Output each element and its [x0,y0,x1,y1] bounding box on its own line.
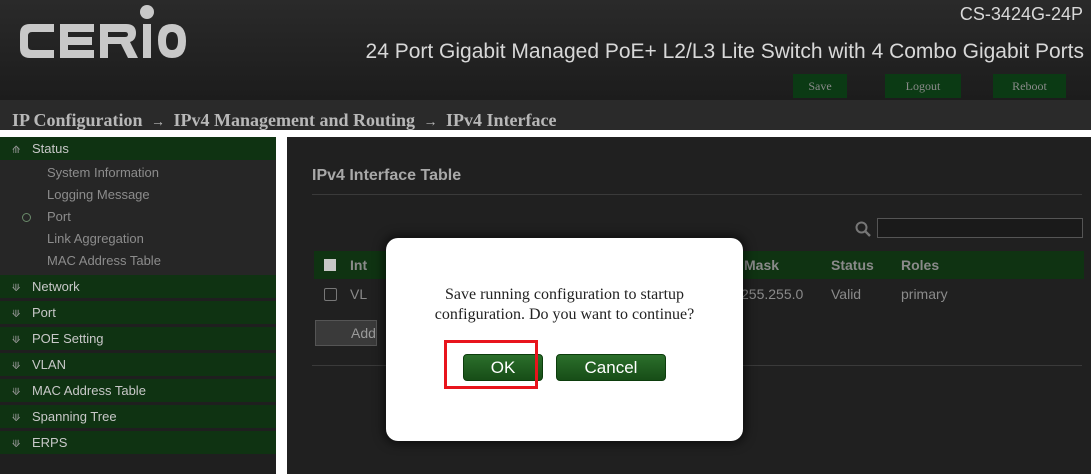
sidebar-section-label: POE Setting [32,331,104,346]
sidebar-section-spanning-tree[interactable]: ⟱ Spanning Tree [0,405,276,428]
bullet-icon [22,213,31,222]
sidebar-section-label: VLAN [32,357,66,372]
sidebar-item-system-information[interactable]: System Information [0,162,276,184]
page-title: IPv4 Interface Table [312,167,462,184]
ok-button[interactable]: OK [463,354,543,381]
row-checkbox[interactable] [324,288,337,301]
sidebar-section-label: Spanning Tree [32,409,117,424]
dialog-message-line: configuration. Do you want to continue? [434,306,695,323]
sidebar-section-status[interactable]: ⟰ Status [0,137,276,160]
switch-web-ui: CS-3424G-24P 24 Port Gigabit Managed PoE… [0,0,1091,474]
column-header-status[interactable]: Status [831,251,874,279]
sidebar-section-label: MAC Address Table [32,383,146,398]
chevron-down-icon: ⟱ [12,335,21,346]
breadcrumb-separator: → [423,115,438,130]
sidebar-section-label: Network [32,279,80,294]
reboot-button[interactable]: Reboot [993,74,1066,98]
chevron-down-icon: ⟱ [12,439,21,450]
dialog-message: Save running configuration to startup co… [386,285,743,325]
breadcrumb-item: IPv4 Interface [446,110,557,130]
title-divider [312,194,1082,195]
sidebar-section-vlan[interactable]: ⟱ VLAN [0,353,276,376]
sidebar-item-logging-message[interactable]: Logging Message [0,184,276,206]
select-all-checkbox[interactable] [324,259,336,271]
cerio-logo [20,5,186,58]
chevron-down-icon: ⟱ [12,361,21,372]
add-button[interactable]: Add [315,320,377,346]
sidebar-menu: ⟰ Status System Information Logging Messa… [0,137,276,474]
sidebar-item-label: Port [47,209,71,224]
sidebar-section-label: ERPS [32,435,68,450]
breadcrumb: IP Configuration → IPv4 Management and R… [0,100,1091,130]
chevron-down-icon: ⟱ [12,413,21,424]
header-bar: CS-3424G-24P 24 Port Gigabit Managed PoE… [0,0,1091,100]
sidebar-item-mac-address-table[interactable]: MAC Address Table [0,250,276,272]
sidebar-item-link-aggregation[interactable]: Link Aggregation [0,228,276,250]
dialog-message-line: Save running configuration to startup [444,286,685,303]
product-subtitle: 24 Port Gigabit Managed PoE+ L2/L3 Lite … [365,40,1084,63]
chevron-down-icon: ⟱ [12,387,21,398]
cell-status: Valid [831,286,862,302]
cell-interface: VL [350,286,368,302]
chevron-down-icon: ⟱ [12,283,21,294]
sidebar-section-label: Status [32,141,69,156]
cell-mask: 255.255.0 [741,286,804,302]
chevron-up-icon: ⟰ [12,145,21,156]
save-button[interactable]: Save [793,74,847,98]
column-header-roles[interactable]: Roles [901,251,939,279]
sidebar-section-network[interactable]: ⟱ Network [0,275,276,298]
breadcrumb-item: IP Configuration [12,110,143,130]
column-header-mask[interactable]: Mask [744,251,779,279]
search-icon[interactable] [855,221,871,237]
sidebar-section-mac-address-table[interactable]: ⟱ MAC Address Table [0,379,276,402]
cell-roles: primary [901,286,948,302]
logout-button[interactable]: Logout [885,74,961,98]
column-header-interface[interactable]: Int [350,251,367,279]
sidebar-section-poe-setting[interactable]: ⟱ POE Setting [0,327,276,350]
search-input[interactable] [877,218,1083,238]
breadcrumb-separator: → [151,115,166,130]
sidebar-item-port[interactable]: Port [0,206,276,228]
breadcrumb-item: IPv4 Management and Routing [173,110,416,130]
sidebar-section-erps[interactable]: ⟱ ERPS [0,431,276,454]
sidebar-section-label: Port [32,305,56,320]
model-name: CS-3424G-24P [959,4,1083,24]
sidebar-section-port[interactable]: ⟱ Port [0,301,276,324]
confirm-dialog: Save running configuration to startup co… [386,238,743,441]
sidebar-submenu-status: System Information Logging Message Port … [0,160,276,275]
cancel-button[interactable]: Cancel [556,354,666,381]
chevron-down-icon: ⟱ [12,309,21,320]
